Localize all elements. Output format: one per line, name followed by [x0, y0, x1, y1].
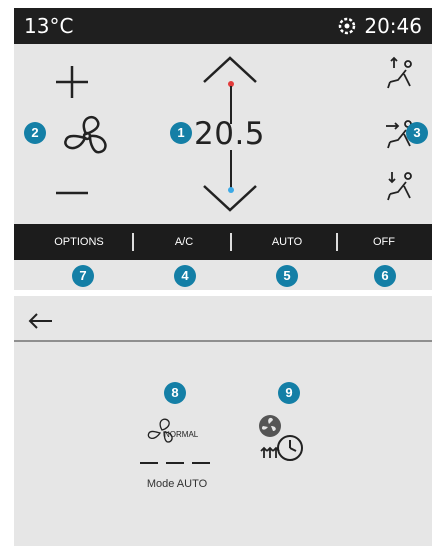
back-arrow-icon[interactable]	[26, 306, 56, 336]
ventilation-timer-icon[interactable]	[250, 410, 320, 470]
off-button[interactable]: OFF	[344, 224, 424, 260]
badge-timer: 9	[278, 382, 300, 404]
fan-decrease-button[interactable]	[50, 178, 94, 208]
clock: 20:46	[364, 14, 422, 38]
badge-options: 7	[72, 265, 94, 287]
badge-airflow: 3	[406, 122, 428, 144]
mode-normal-icon[interactable]: NORMAL	[140, 414, 212, 454]
badge-fan: 2	[24, 122, 46, 144]
outside-temperature: 13°C	[24, 14, 74, 38]
temperature-value: 20.5	[194, 116, 266, 152]
mode-level-indicator	[140, 462, 210, 464]
separator	[336, 233, 338, 251]
gear-icon[interactable]	[336, 15, 358, 37]
climate-options-screen: 8 9 NORMAL Mode AUTO	[14, 296, 432, 546]
badge-temperature: 1	[170, 122, 192, 144]
badge-off: 6	[374, 265, 396, 287]
bottom-toolbar: OPTIONS A/C AUTO OFF	[14, 224, 432, 260]
separator	[230, 233, 232, 251]
options-button[interactable]: OPTIONS	[34, 224, 124, 260]
status-right: 20:46	[336, 14, 422, 38]
airflow-feet-icon[interactable]	[382, 168, 418, 204]
mode-label: Mode AUTO	[146, 478, 208, 490]
auto-button[interactable]: AUTO	[242, 224, 332, 260]
temperature-down-button[interactable]	[198, 180, 262, 216]
separator	[132, 233, 134, 251]
badge-ac: 4	[174, 265, 196, 287]
divider	[14, 340, 432, 342]
badge-mode: 8	[164, 382, 186, 404]
ac-button[interactable]: A/C	[144, 224, 224, 260]
badge-auto: 5	[276, 265, 298, 287]
fan-increase-button[interactable]	[50, 60, 94, 104]
fan-icon	[64, 115, 107, 154]
status-bar: 13°C 20:46	[14, 8, 432, 44]
mode-icon-text: NORMAL	[164, 430, 199, 439]
climate-main-screen: 13°C 20:46 2 1 20.5 3 OPTIONS A/C AUTO O…	[14, 8, 432, 290]
airflow-windscreen-icon[interactable]	[382, 56, 418, 92]
